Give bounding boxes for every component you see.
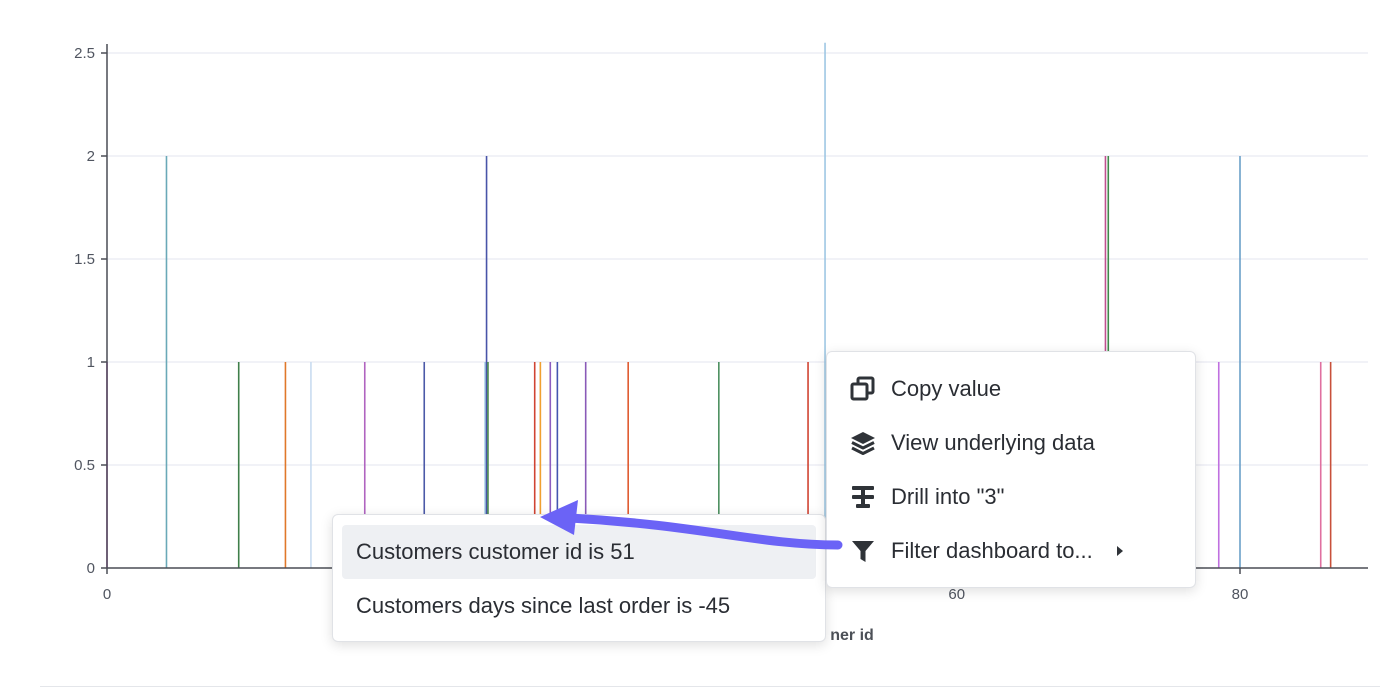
menu-item-label: Drill into "3" [891, 484, 1005, 509]
layers-icon [849, 429, 877, 457]
drill-icon [849, 483, 877, 511]
y-tick-label: 2.5 [74, 45, 95, 62]
chevron-right-icon [1115, 544, 1125, 558]
filter-option-days-since-last-order[interactable]: Customers days since last order is -45 [342, 579, 816, 633]
filter-option-label: Customers days since last order is -45 [356, 593, 731, 618]
y-tick-labels: 0 0.5 1 1.5 2 2.5 [74, 45, 107, 577]
x-tick-label: 60 [948, 586, 965, 603]
filter-icon [849, 537, 877, 565]
x-axis-title: ner id [830, 627, 874, 644]
filter-submenu: Customers customer id is 51 Customers da… [332, 514, 826, 642]
menu-item-label: View underlying data [891, 430, 1095, 455]
divider [40, 686, 1380, 687]
click-action-menu: Copy value View underlying data Drill in… [826, 351, 1196, 588]
menu-item-label: Filter dashboard to... [891, 538, 1093, 563]
y-tick-label: 2 [87, 148, 95, 165]
x-tick-label: 0 [103, 586, 111, 603]
y-tick-label: 0 [87, 560, 95, 577]
filter-option-customer-id[interactable]: Customers customer id is 51 [342, 525, 816, 579]
filter-option-label: Customers customer id is 51 [356, 539, 635, 564]
filter-dashboard-item[interactable]: Filter dashboard to... [827, 524, 1195, 578]
copy-value-item[interactable]: Copy value [827, 362, 1195, 416]
x-tick-label: 80 [1232, 586, 1249, 603]
drill-into-item[interactable]: Drill into "3" [827, 470, 1195, 524]
menu-item-label: Copy value [891, 376, 1002, 401]
y-tick-label: 1.5 [74, 251, 95, 268]
y-tick-label: 1 [87, 354, 95, 371]
view-underlying-data-item[interactable]: View underlying data [827, 416, 1195, 470]
y-tick-label: 0.5 [74, 457, 95, 474]
copy-icon [849, 375, 877, 403]
